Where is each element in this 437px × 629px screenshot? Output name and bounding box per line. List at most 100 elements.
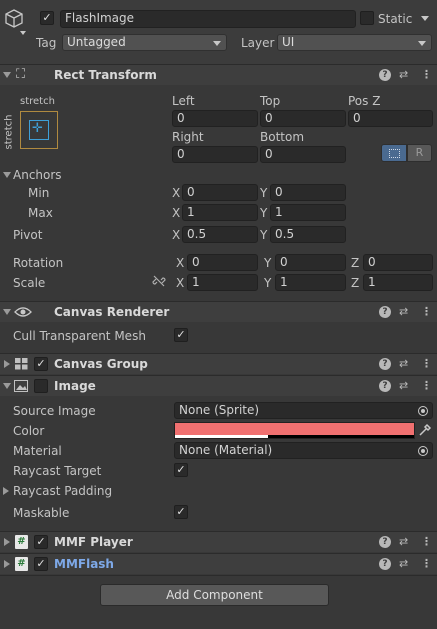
layer-label: Layer (241, 36, 275, 50)
canvas-renderer-header[interactable]: Canvas Renderer ? ⇄ ⋮ (0, 301, 437, 322)
object-picker-icon[interactable] (418, 406, 428, 416)
presets-icon[interactable]: ⇄ (399, 556, 408, 572)
script-icon: # (15, 557, 28, 571)
chevron-down-icon (418, 41, 426, 46)
canvas-group-header[interactable]: ✓ Canvas Group ? ⇄ ⋮ (0, 353, 437, 374)
anchor-preset-button[interactable]: ✛ (20, 111, 58, 149)
raycast-padding-foldout-icon[interactable] (3, 487, 9, 495)
help-icon[interactable]: ? (379, 558, 391, 570)
tag-dropdown[interactable]: Untagged (62, 34, 227, 51)
anchors-foldout-icon[interactable] (3, 172, 11, 178)
static-dropdown-caret[interactable] (421, 16, 429, 21)
color-label: Color (13, 424, 45, 438)
maskable-checkbox[interactable]: ✓ (174, 505, 188, 519)
blueprint-mode-button[interactable] (381, 144, 407, 162)
foldout-arrow-icon[interactable] (3, 383, 11, 389)
image-title: Image (54, 379, 96, 393)
top-input[interactable]: 0 (260, 110, 346, 127)
pivot-y-input[interactable]: 0.5 (270, 226, 346, 243)
max-label: Max (28, 206, 53, 220)
presets-icon[interactable]: ⇄ (399, 534, 408, 550)
eye-icon (14, 305, 32, 319)
max-x-axis: X (172, 206, 181, 220)
constrain-proportions-icon[interactable] (152, 274, 166, 288)
color-swatch (175, 423, 414, 435)
min-x-input[interactable]: 0 (182, 184, 258, 201)
more-menu-icon[interactable]: ⋮ (421, 304, 432, 320)
source-image-label: Source Image (13, 404, 96, 418)
left-input[interactable]: 0 (172, 110, 258, 127)
help-icon[interactable]: ? (379, 536, 391, 548)
foldout-arrow-icon[interactable] (4, 360, 10, 368)
gameobject-cube-icon[interactable] (3, 8, 25, 30)
rotation-label: Rotation (13, 256, 64, 270)
source-image-field[interactable]: None (Sprite) (174, 402, 433, 419)
max-y-input[interactable]: 1 (270, 204, 346, 221)
raycast-padding-label[interactable]: Raycast Padding (13, 484, 112, 498)
canvas-group-enabled-checkbox[interactable]: ✓ (34, 357, 48, 371)
scale-y-input[interactable]: 1 (275, 274, 346, 291)
more-menu-icon[interactable]: ⋮ (421, 356, 432, 372)
layer-dropdown[interactable]: UI (277, 34, 432, 51)
mmf-player-enabled-checkbox[interactable]: ✓ (34, 535, 48, 549)
scale-x-input[interactable]: 1 (187, 274, 258, 291)
presets-icon[interactable]: ⇄ (399, 304, 408, 320)
help-icon[interactable]: ? (379, 380, 391, 392)
rot-y-input[interactable]: 0 (275, 254, 346, 271)
anchor-preset-stretch-side-label: stretch (3, 114, 15, 150)
rot-z-input[interactable]: 0 (363, 254, 433, 271)
mmflash-header[interactable]: # ✓ MMFlash ? ⇄ ⋮ (0, 553, 437, 574)
icon-dropdown-caret[interactable] (20, 31, 26, 35)
raycast-target-checkbox[interactable]: ✓ (174, 463, 188, 477)
pivot-x-input[interactable]: 0.5 (182, 226, 258, 243)
help-icon[interactable]: ? (379, 306, 391, 318)
foldout-arrow-icon[interactable] (3, 309, 11, 315)
add-component-button[interactable]: Add Component (100, 584, 329, 606)
foldout-arrow-icon[interactable] (4, 560, 10, 568)
cull-transparent-mesh-label: Cull Transparent Mesh (13, 329, 146, 343)
layer-value: UI (282, 35, 295, 49)
right-input[interactable]: 0 (172, 146, 258, 163)
foldout-arrow-icon[interactable] (3, 72, 11, 78)
more-menu-icon[interactable]: ⋮ (421, 534, 432, 550)
cull-transparent-mesh-checkbox[interactable]: ✓ (174, 328, 188, 342)
image-header[interactable]: Image ? ⇄ ⋮ (0, 375, 437, 396)
rect-transform-icon: ⛶ (16, 67, 26, 82)
presets-icon[interactable]: ⇄ (399, 67, 408, 83)
presets-icon[interactable]: ⇄ (399, 378, 408, 394)
script-icon: # (15, 535, 28, 549)
scale-label: Scale (13, 276, 46, 290)
posz-input[interactable]: 0 (348, 110, 433, 127)
more-menu-icon[interactable]: ⋮ (421, 67, 432, 83)
foldout-arrow-icon[interactable] (4, 538, 10, 546)
bottom-input[interactable]: 0 (260, 146, 346, 163)
min-y-input[interactable]: 0 (270, 184, 346, 201)
max-x-input[interactable]: 1 (182, 204, 258, 221)
eyedropper-icon[interactable] (418, 423, 432, 437)
help-icon[interactable]: ? (379, 358, 391, 370)
pivot-y-axis: Y (260, 228, 268, 242)
divider (0, 575, 437, 576)
object-name-input[interactable]: FlashImage (60, 10, 356, 28)
active-checkbox[interactable]: ✓ (40, 11, 54, 25)
presets-icon[interactable]: ⇄ (399, 356, 408, 372)
rect-transform-header[interactable]: ⛶ Rect Transform ? ⇄ ⋮ (0, 64, 437, 85)
material-field[interactable]: None (Material) (174, 442, 433, 459)
help-icon[interactable]: ? (379, 69, 391, 81)
scale-z-input[interactable]: 1 (363, 274, 433, 291)
color-field[interactable] (174, 422, 415, 439)
min-x-axis: X (172, 186, 181, 200)
mmflash-enabled-checkbox[interactable]: ✓ (34, 557, 48, 571)
static-checkbox[interactable] (360, 11, 374, 25)
mmf-player-title: MMF Player (54, 535, 133, 549)
more-menu-icon[interactable]: ⋮ (421, 378, 432, 394)
raw-edit-button[interactable]: R (407, 144, 432, 162)
more-menu-icon[interactable]: ⋮ (421, 556, 432, 572)
rot-x-input[interactable]: 0 (187, 254, 258, 271)
mmf-player-header[interactable]: # ✓ MMF Player ? ⇄ ⋮ (0, 531, 437, 552)
image-enabled-checkbox[interactable] (34, 379, 48, 393)
raycast-target-label: Raycast Target (13, 464, 102, 478)
alpha-bar (175, 435, 268, 438)
pivot-x-axis: X (172, 228, 181, 242)
object-picker-icon[interactable] (418, 446, 428, 456)
